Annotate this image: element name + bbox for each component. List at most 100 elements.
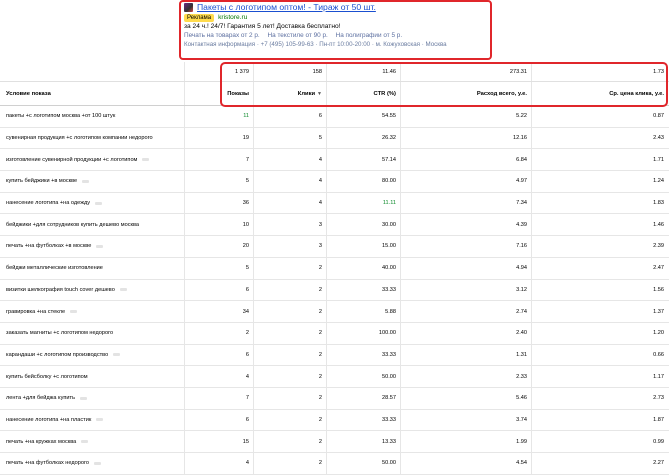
col-ctr[interactable]: CTR (%) [327, 82, 401, 105]
phrase-toggle-icon[interactable] [95, 201, 103, 205]
ctr-cell: 33.33 [327, 344, 401, 366]
impressions-cell: 10 [185, 214, 254, 236]
cpc-cell-text: 1.46 [653, 221, 664, 228]
total-clicks: 158 [254, 62, 327, 81]
clicks-cell: 4 [254, 149, 327, 171]
cpc-cell-text: 2.39 [653, 243, 664, 250]
impressions-cell-text: 10 [242, 221, 249, 228]
condition-cell-text: нанесение логотипа +на одежду [6, 200, 91, 207]
spend-cell: 2.74 [401, 301, 532, 322]
spend-cell: 4.97 [401, 171, 532, 192]
phrase-toggle-icon[interactable] [96, 418, 104, 422]
condition-cell: визитки шелкография touch cover дешево [0, 279, 185, 301]
condition-cell: сувенирная продукция +с логотипом компан… [0, 127, 185, 149]
phrase-toggle-icon[interactable] [80, 396, 87, 400]
condition-cell: купить бейсболку +с логотипом [0, 366, 185, 387]
total-ctr: 11.46 [327, 62, 401, 81]
sitelink[interactable]: На полиграфии от 5 р. [336, 32, 403, 39]
condition-cell: карандаши +с логотипом производство [0, 344, 185, 366]
table-row: лента +для бейджа купить 7 2 28.57 5.46 2.73 [0, 387, 669, 410]
clicks-cell: 2 [254, 344, 327, 366]
col-avg-cpc[interactable]: Ср. цена клика, у.е. [532, 82, 669, 105]
condition-cell: бейджики +для сотрудников купить дешево … [0, 214, 185, 236]
table-row: заказать магниты +с логотипом недорого 2 2… [0, 322, 669, 345]
table-row: нанесение логотипа +на одежду 36 4 11.11 7.3… [0, 192, 669, 215]
phrase-toggle-icon[interactable] [142, 158, 150, 162]
clicks-cell: 3 [254, 236, 327, 257]
col-clicks-label: Клики [297, 90, 316, 97]
impressions-cell: 36 [185, 192, 254, 214]
spend-cell-text: 12.16 [513, 135, 527, 142]
condition-cell-text: печать +на кружках москва [6, 438, 77, 445]
condition-cell: бейджи металлические изготовление [0, 257, 185, 279]
col-spend[interactable]: Расход всего, у.е. [401, 82, 532, 105]
spend-cell: 2.40 [401, 322, 532, 344]
clicks-cell-text: 2 [318, 265, 322, 272]
impressions-cell-text: 11 [243, 113, 249, 120]
cpc-cell: 0.87 [532, 106, 669, 127]
phrase-toggle-icon[interactable] [70, 310, 78, 314]
table-row: визитки шелкография touch cover дешево 6 2… [0, 279, 669, 302]
spend-cell-text: 1.99 [516, 438, 527, 445]
impressions-cell-text: 5 [245, 265, 249, 272]
spend-cell: 1.99 [401, 431, 532, 452]
sort-desc-icon: ▼ [317, 90, 322, 97]
clicks-cell-text: 2 [318, 373, 322, 380]
spend-cell-text: 2.40 [516, 330, 527, 337]
cpc-cell-text: 1.71 [653, 156, 664, 163]
phrase-toggle-icon[interactable] [82, 179, 90, 183]
clicks-cell: 2 [254, 366, 327, 387]
col-clicks[interactable]: Клики ▼ [254, 82, 327, 105]
spend-cell-text: 3.74 [516, 416, 527, 423]
spend-cell: 12.16 [401, 127, 532, 149]
impressions-cell: 5 [185, 257, 254, 279]
impressions-cell: 2 [185, 322, 254, 344]
cpc-cell: 1.24 [532, 171, 669, 192]
table-row: купить бейсболку +с логотипом 4 2 50.00 2.33… [0, 366, 669, 388]
phrase-toggle-icon[interactable] [113, 353, 121, 357]
total-avg-cpc: 1.73 [653, 68, 664, 75]
ctr-cell-text: 26.32 [382, 135, 396, 142]
clicks-cell-text: 2 [318, 460, 322, 467]
impressions-cell-text: 7 [245, 156, 249, 163]
clicks-cell-text: 2 [318, 308, 322, 315]
table-row: сувенирная продукция +с логотипом компан… [0, 127, 669, 150]
clicks-cell-text: 2 [318, 286, 322, 293]
clicks-cell: 3 [254, 214, 327, 236]
ctr-cell-text: 5.88 [385, 308, 396, 315]
condition-cell: заказать магниты +с логотипом недорого [0, 322, 185, 344]
phrase-toggle-icon[interactable] [119, 288, 127, 292]
spend-cell: 3.74 [401, 409, 532, 431]
condition-cell-text: купить бейджики +в москве [6, 178, 78, 185]
clicks-cell: 6 [254, 106, 327, 127]
cpc-cell: 2.43 [532, 128, 669, 149]
sitelink[interactable]: На текстиле от 90 р. [268, 32, 328, 39]
ctr-cell-text: 30.00 [382, 221, 396, 228]
clicks-cell-text: 2 [318, 330, 322, 337]
condition-cell-text: изготовление сувенирной продукции +с лог… [6, 156, 138, 163]
ctr-cell: 80.00 [327, 171, 401, 192]
impressions-cell: 19 [185, 127, 254, 149]
col-impressions[interactable]: Показы [185, 82, 254, 105]
ad-badge: Реклама [184, 13, 215, 22]
ad-domain-link[interactable]: kristore.ru [218, 13, 247, 22]
filter-input[interactable] [0, 62, 185, 81]
condition-cell-text: пакеты +с логотипом москва +от 100 штук [6, 113, 116, 120]
cpc-cell-text: 1.87 [653, 416, 664, 423]
ctr-cell-text: 54.55 [382, 113, 396, 120]
phrase-toggle-icon[interactable] [81, 440, 89, 444]
cpc-cell-text: 2.47 [653, 265, 664, 272]
spend-cell-text: 1.31 [516, 351, 527, 358]
impressions-cell: 15 [185, 431, 254, 452]
ad-contact-info[interactable]: Контактная информация · +7 (495) 105-99-… [184, 40, 484, 49]
sitelink[interactable]: Печать на товарах от 2 р. [184, 32, 260, 39]
cpc-cell: 1.87 [532, 410, 669, 431]
phrase-toggle-icon[interactable] [96, 244, 104, 248]
phrase-toggle-icon[interactable] [94, 461, 101, 465]
spend-cell-text: 3.12 [516, 286, 527, 293]
condition-cell: купить бейджики +в москве [0, 171, 185, 192]
ad-title-link[interactable]: Пакеты с логотипом оптом! - Тираж от 50 … [197, 3, 376, 12]
cpc-cell-text: 0.99 [653, 438, 664, 445]
cpc-cell: 1.37 [532, 301, 669, 322]
col-condition[interactable]: Условие показа [0, 82, 185, 105]
